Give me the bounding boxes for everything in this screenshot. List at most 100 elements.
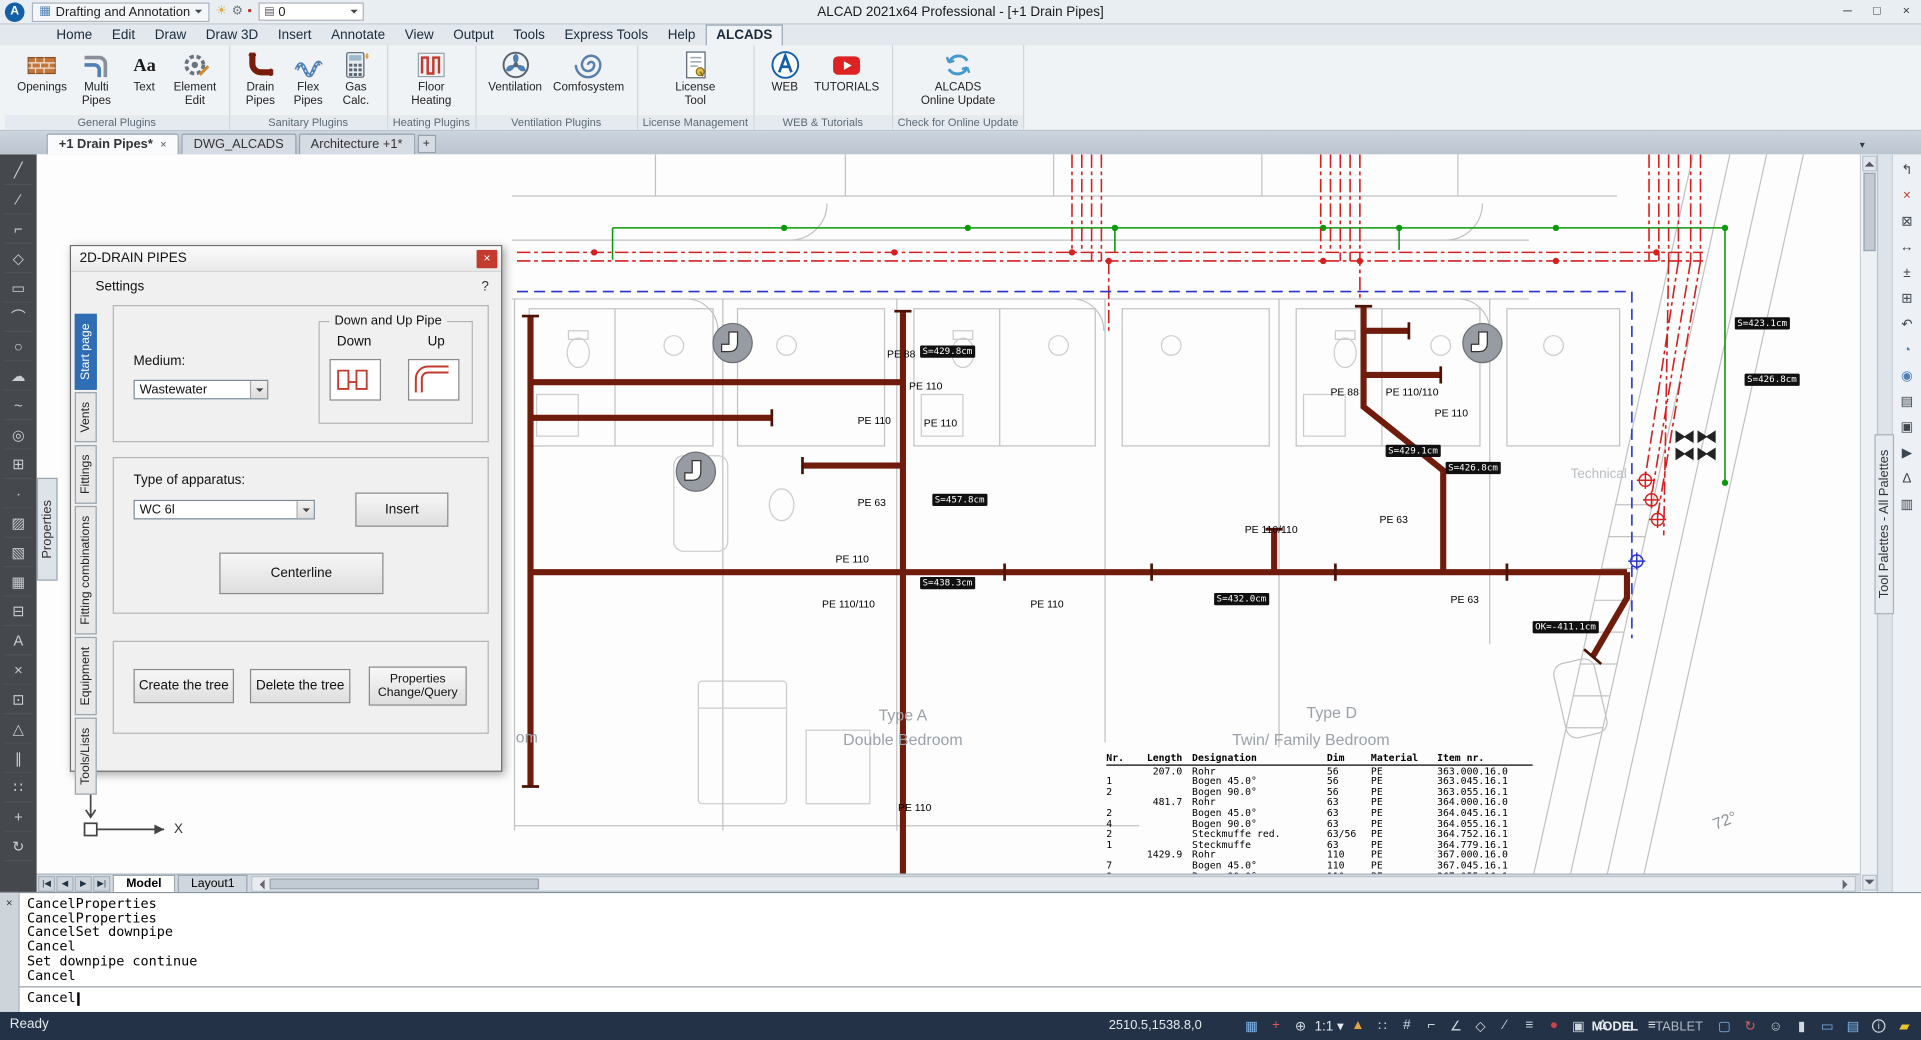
menu-item-tools[interactable]: Tools: [504, 26, 555, 46]
hardware-accel-icon[interactable]: ▭: [1816, 1014, 1839, 1039]
scroll-down-icon[interactable]: [1862, 875, 1877, 891]
render-icon[interactable]: ▣: [1895, 415, 1920, 438]
show-motion-icon[interactable]: ▶: [1895, 441, 1920, 464]
viewport-controls-icon[interactable]: ▦: [1240, 1013, 1263, 1038]
gear-icon[interactable]: ⚙: [232, 6, 243, 18]
menu-item-alcads[interactable]: ALCADS: [705, 25, 783, 46]
sheet-nav-2[interactable]: ▶: [75, 875, 92, 891]
tablet-button[interactable]: TABLET: [1648, 1019, 1710, 1034]
spline-tool-icon[interactable]: ~: [4, 391, 33, 420]
dialog-tab-tools-lists[interactable]: Tools/Lists: [75, 718, 97, 795]
isodraft-icon[interactable]: ⊕: [1289, 1013, 1312, 1038]
lock-ui-icon[interactable]: ▮: [1790, 1014, 1813, 1039]
ribbon-button-multi-pipes[interactable]: MultiPipes: [74, 48, 118, 110]
sheet-nav-0[interactable]: |◀: [38, 875, 55, 891]
medium-select[interactable]: Wastewater: [134, 380, 269, 400]
copy-tool-icon[interactable]: ⊡: [4, 685, 33, 714]
ribbon-button-openings[interactable]: Openings: [13, 48, 70, 97]
ribbon-button-gas-calc[interactable]: GasCalc.: [334, 48, 378, 110]
erase-tool-icon[interactable]: ×: [4, 655, 33, 684]
horizontal-scrollbar[interactable]: [252, 875, 1856, 891]
user-icon[interactable]: ☺: [1764, 1014, 1787, 1039]
zoom-window-icon[interactable]: ⊞: [1895, 287, 1920, 310]
command-text-area[interactable]: CancelPropertiesCancelPropertiesCancelSe…: [20, 893, 1921, 1012]
ribbon-button-comfosystem[interactable]: Comfosystem: [549, 48, 628, 97]
line-tool-icon[interactable]: ╱: [4, 156, 33, 185]
ribbon-button-floor-heating[interactable]: FloorHeating: [408, 48, 455, 110]
info-center-icon[interactable]: i: [1867, 1014, 1890, 1039]
sheet-tab-layout1[interactable]: Layout1: [178, 875, 249, 892]
app-logo-icon[interactable]: A: [5, 2, 25, 22]
menu-item-output[interactable]: Output: [443, 26, 503, 46]
move-tool-icon[interactable]: +: [4, 802, 33, 831]
menu-item-express-tools[interactable]: Express Tools: [555, 26, 658, 46]
tab-overflow-icon[interactable]: ▾: [1860, 140, 1865, 151]
layer-dropdown[interactable]: ▤ 0: [258, 2, 363, 20]
minimize-button[interactable]: ─: [1833, 0, 1862, 23]
properties-panel-tab[interactable]: Properties: [37, 478, 58, 581]
dialog-tab-fitting-combinations[interactable]: Fitting combinations: [75, 506, 97, 635]
dialog-tab-start-page[interactable]: Start page: [75, 314, 97, 390]
construction-line-tool-icon[interactable]: ∕: [4, 185, 33, 214]
dialog-close-button[interactable]: ×: [477, 249, 498, 267]
ribbon-button-flex-pipes[interactable]: FlexPipes: [286, 48, 330, 110]
sheet-nav-1[interactable]: ◀: [56, 875, 73, 891]
sheet-nav-3[interactable]: ▶|: [93, 875, 110, 891]
zoom-extents-icon[interactable]: ⊠: [1895, 209, 1920, 232]
menu-item-draw-3d[interactable]: Draw 3D: [196, 26, 268, 46]
ribbon-button-tutorials[interactable]: TUTORIALS: [811, 48, 883, 97]
menu-item-view[interactable]: View: [395, 26, 444, 46]
menu-item-home[interactable]: Home: [47, 26, 103, 46]
workspace-dropdown[interactable]: ▦ Drafting and Annotation: [32, 2, 210, 22]
circle-tool-icon[interactable]: ○: [4, 332, 33, 361]
gradient-tool-icon[interactable]: ▧: [4, 538, 33, 567]
close-button[interactable]: ×: [1892, 0, 1921, 23]
command-close-icon[interactable]: ×: [6, 897, 12, 909]
arc-tool-icon[interactable]: ⌒: [4, 303, 33, 332]
mirror-tool-icon[interactable]: △: [4, 714, 33, 743]
tray-notes-icon[interactable]: ▰: [1893, 1014, 1916, 1039]
model-space-button[interactable]: MODEL: [1584, 1019, 1645, 1034]
ortho-mode-icon[interactable]: ⌐: [1420, 1013, 1443, 1038]
ellipse-tool-icon[interactable]: ◎: [4, 420, 33, 449]
zoom-realtime-icon[interactable]: ±: [1895, 261, 1920, 284]
object-snap-tracking-icon[interactable]: ∕: [1493, 1013, 1516, 1038]
menu-item-annotate[interactable]: Annotate: [321, 26, 395, 46]
orbit-icon[interactable]: ◔: [1895, 338, 1920, 361]
create-tree-button[interactable]: Create the tree: [134, 669, 234, 703]
scroll-right-icon[interactable]: [1843, 879, 1853, 889]
polygon-tool-icon[interactable]: ◇: [4, 244, 33, 273]
ribbon-button-drain-pipes[interactable]: DrainPipes: [238, 48, 282, 110]
delete-tree-button[interactable]: Delete the tree: [250, 669, 350, 703]
tool-palettes-tab[interactable]: Tool Palettes - All Palettes: [1874, 434, 1894, 615]
region-tool-icon[interactable]: ▦: [4, 567, 33, 596]
command-prompt-line[interactable]: Cancel: [27, 991, 1921, 1005]
dialog-help-button[interactable]: ?: [481, 279, 489, 294]
properties-change-query-button[interactable]: Properties Change/Query: [369, 666, 467, 705]
zoom-previous-icon[interactable]: ↶: [1895, 312, 1920, 335]
hatch-tool-icon[interactable]: ▨: [4, 508, 33, 537]
up-pipe-button[interactable]: [408, 359, 459, 401]
down-pipe-button[interactable]: [330, 359, 381, 401]
dialog-tab-equipment[interactable]: Equipment: [75, 638, 97, 716]
centerline-button[interactable]: Centerline: [219, 553, 383, 595]
sync-status-icon[interactable]: ↻: [1738, 1014, 1761, 1039]
ucs-icon[interactable]: ∆: [1895, 467, 1920, 490]
polar-tracking-icon[interactable]: ∠: [1444, 1013, 1467, 1038]
insert-button[interactable]: Insert: [355, 493, 448, 527]
named-views-icon[interactable]: ▤: [1895, 390, 1920, 413]
sun-icon[interactable]: ☀: [216, 6, 227, 18]
new-tab-button[interactable]: +: [417, 135, 435, 153]
rectangle-tool-icon[interactable]: ▭: [4, 273, 33, 302]
layer-state-icon[interactable]: ▪: [248, 6, 252, 18]
apparatus-select[interactable]: WC 6l: [134, 500, 315, 520]
command-input[interactable]: Cancel: [27, 991, 76, 1005]
dialog-tab-vents[interactable]: Vents: [75, 392, 97, 442]
rotate-tool-icon[interactable]: ↻: [4, 832, 33, 861]
offset-tool-icon[interactable]: ∥: [4, 744, 33, 773]
dialog-titlebar[interactable]: 2D-DRAIN PIPES ×: [71, 246, 501, 272]
tablet-icon[interactable]: ▲: [1346, 1013, 1369, 1038]
maximize-button[interactable]: □: [1862, 0, 1891, 23]
array-tool-icon[interactable]: ∷: [4, 773, 33, 802]
annotation-scale-display[interactable]: 1:1 ▾: [1313, 1013, 1345, 1038]
